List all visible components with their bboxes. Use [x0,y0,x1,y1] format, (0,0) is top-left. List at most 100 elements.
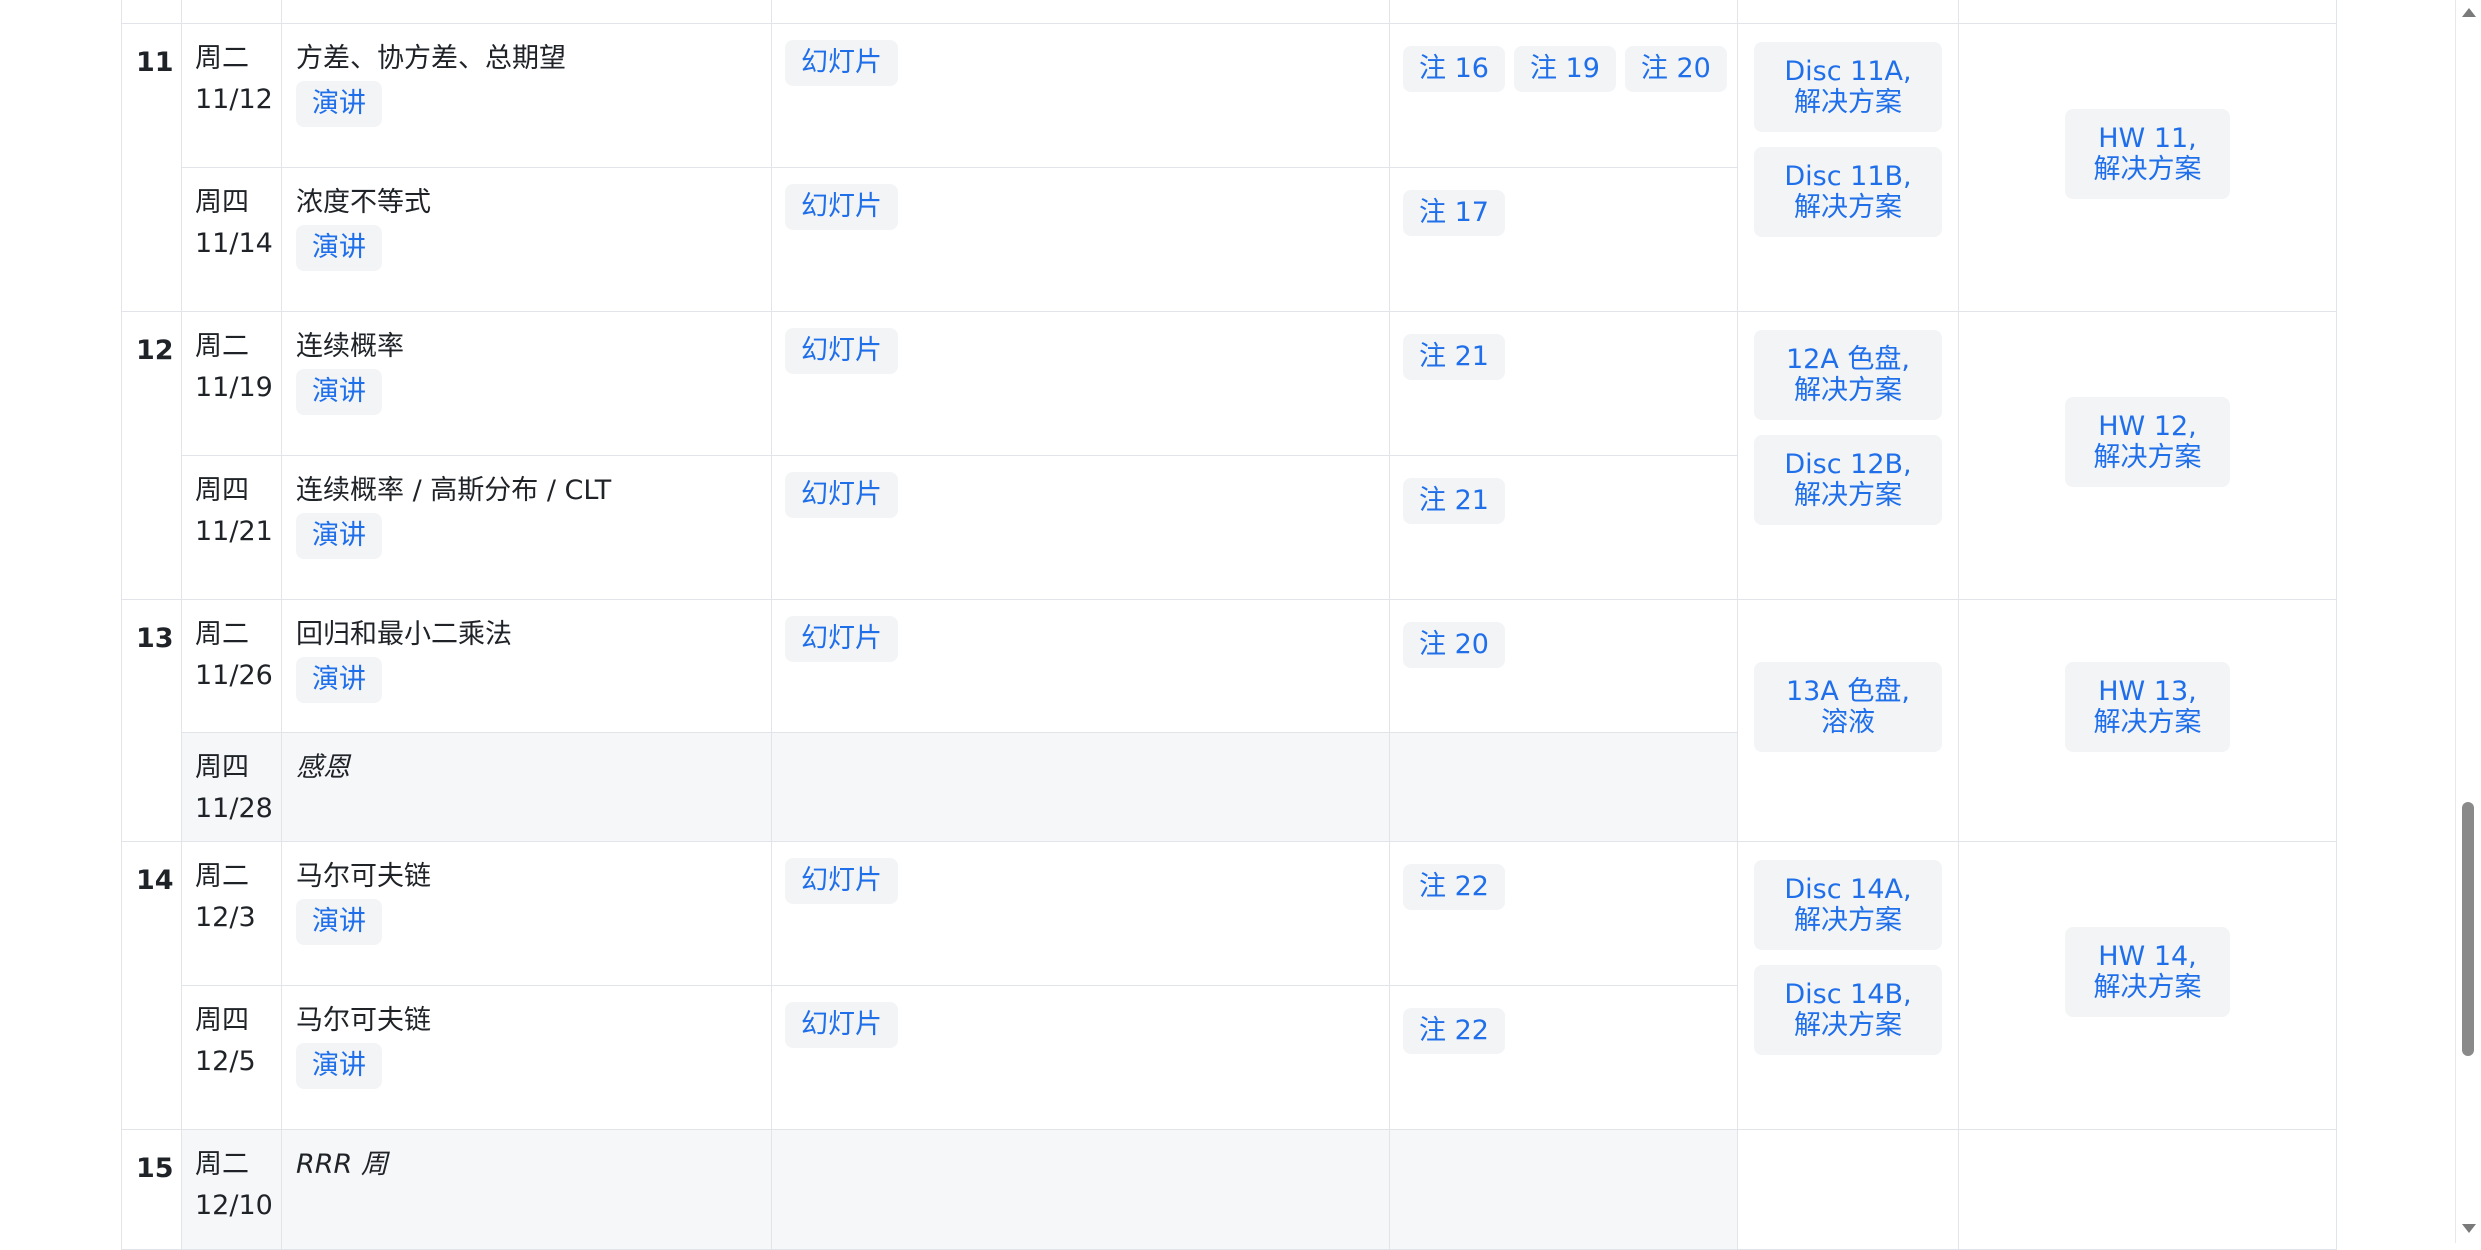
homework-cell: HW 11, 解决方案 [1958,23,2337,312]
slides-cell: 幻灯片 [771,455,1390,600]
date: 11/19 [195,372,273,403]
discussion-cell: 12A 色盘, 解决方案 Disc 12B, 解决方案 [1737,311,1959,600]
note-link[interactable]: 注 21 [1403,334,1505,380]
date: 12/3 [195,902,256,933]
schedule-table: 11 周二 11/12 方差、协方差、总期望 演讲 幻灯片 注 16 注 19 注 20… [121,0,2337,1250]
weekday: 周二 [195,43,249,74]
day-cell: 周二 11/26 [181,599,282,733]
scrollbar-thumb[interactable] [2462,802,2474,1056]
table-row: 12 周二 11/19 连续概率 演讲 幻灯片 注 21 12A 色盘, 解决方案 D… [121,311,2337,600]
discussion-link[interactable]: Disc 14B, 解决方案 [1754,965,1942,1055]
discussion-cell: 13A 色盘, 溶液 [1737,599,1959,842]
lecture-link[interactable]: 演讲 [296,657,382,703]
homework-link[interactable]: HW 14, 解决方案 [2065,927,2230,1017]
note-link[interactable]: 注 16 [1403,46,1505,92]
slides-link[interactable]: 幻灯片 [785,184,898,230]
solution-label: 解决方案 [2093,154,2202,185]
table-row: 11 周二 11/12 方差、协方差、总期望 演讲 幻灯片 注 16 注 19 注 20… [121,23,2337,312]
discussion-link[interactable]: 13A 色盘, 溶液 [1754,662,1942,752]
day-cell: 周四 12/5 [181,985,282,1130]
scroll-up-arrow-icon[interactable] [2462,8,2476,17]
solution-label: 解决方案 [1794,87,1902,118]
slides-link[interactable]: 幻灯片 [785,328,898,374]
note-link[interactable]: 注 22 [1403,1008,1505,1054]
day-cell: 周二 12/10 [181,1129,282,1250]
day-cell: 周四 11/28 [181,732,282,842]
homework-label: HW 14, [2098,941,2197,972]
notes-cell: 注 22 [1389,985,1738,1130]
discussion-link[interactable]: Disc 12B, 解决方案 [1754,435,1942,525]
discussion-label: 13A 色盘, [1786,676,1910,707]
day-cell: 周四 11/14 [181,167,282,312]
table-row: 14 周二 12/3 马尔可夫链 演讲 幻灯片 注 22 Disc 14A, 解决方案… [121,841,2337,1130]
note-link[interactable]: 注 22 [1403,864,1505,910]
day-cell: 周四 11/21 [181,455,282,600]
notes-cell [1389,1129,1738,1250]
slides-link[interactable]: 幻灯片 [785,858,898,904]
lecture-link[interactable]: 演讲 [296,369,382,415]
weekday: 周二 [195,1149,249,1180]
date: 11/21 [195,516,273,547]
slides-link[interactable]: 幻灯片 [785,1002,898,1048]
topic-cell: 连续概率 演讲 [281,311,772,456]
slides-link[interactable]: 幻灯片 [785,472,898,518]
homework-link[interactable]: HW 12, 解决方案 [2065,397,2230,487]
solution-label: 解决方案 [2093,707,2202,738]
discussion-cell [1737,1129,1959,1250]
weekday: 周二 [195,861,249,892]
topic-cell: 马尔可夫链 演讲 [281,841,772,986]
discussion-label: Disc 11B, [1784,161,1912,192]
notes-cell: 注 20 [1389,599,1738,733]
lecture-link[interactable]: 演讲 [296,899,382,945]
solution-label: 解决方案 [1794,905,1902,936]
note-link[interactable]: 注 20 [1403,622,1505,668]
slides-cell [771,1129,1390,1250]
topic-title: 马尔可夫链 [296,1005,431,1036]
homework-cell: HW 14, 解决方案 [1958,841,2337,1130]
homework-cell: HW 12, 解决方案 [1958,311,2337,600]
discussion-link[interactable]: Disc 11A, 解决方案 [1754,42,1942,132]
homework-cell [1958,1129,2337,1250]
solution-label: 解决方案 [1794,375,1902,406]
topic-cell: 马尔可夫链 演讲 [281,985,772,1130]
slides-link[interactable]: 幻灯片 [785,616,898,662]
lecture-link[interactable]: 演讲 [296,513,382,559]
solution-label: 解决方案 [1794,480,1902,511]
homework-link[interactable]: HW 11, 解决方案 [2065,109,2230,199]
discussion-label: Disc 11A, [1784,56,1912,87]
lecture-link[interactable]: 演讲 [296,1043,382,1089]
vertical-scrollbar[interactable] [2455,0,2481,1243]
topic-title: 浓度不等式 [296,187,431,218]
slides-cell: 幻灯片 [771,167,1390,312]
slides-link[interactable]: 幻灯片 [785,40,898,86]
discussion-cell: Disc 11A, 解决方案 Disc 11B, 解决方案 [1737,23,1959,312]
day-cell: 周二 11/19 [181,311,282,456]
week-number: 13 [121,599,182,842]
note-link[interactable]: 注 20 [1624,46,1727,92]
notes-cell: 注 21 [1389,455,1738,600]
lecture-link[interactable]: 演讲 [296,225,382,271]
scroll-down-arrow-icon[interactable] [2462,1224,2476,1233]
topic-cell: 感恩 [281,732,772,842]
discussion-link[interactable]: Disc 11B, 解决方案 [1754,147,1942,237]
topic-cell: 浓度不等式 演讲 [281,167,772,312]
lecture-link[interactable]: 演讲 [296,81,382,127]
table-row [121,0,2337,24]
note-link[interactable]: 注 21 [1403,478,1505,524]
discussion-label: Disc 14A, [1784,874,1912,905]
discussion-label: Disc 12B, [1784,449,1912,480]
solution-label: 解决方案 [2093,442,2202,473]
weekday: 周四 [195,1005,249,1036]
topic-title: 连续概率 [296,331,404,362]
discussion-link[interactable]: Disc 14A, 解决方案 [1754,860,1942,950]
discussion-link[interactable]: 12A 色盘, 解决方案 [1754,330,1942,420]
note-link[interactable]: 注 17 [1403,190,1505,236]
slides-cell: 幻灯片 [771,311,1390,456]
week-number: 15 [121,1129,182,1250]
discussion-label: 12A 色盘, [1786,344,1910,375]
topic-title: 回归和最小二乘法 [296,619,512,650]
slides-cell: 幻灯片 [771,23,1390,168]
note-link[interactable]: 注 19 [1513,46,1616,92]
homework-link[interactable]: HW 13, 解决方案 [2065,662,2230,752]
weekday: 周二 [195,619,249,650]
